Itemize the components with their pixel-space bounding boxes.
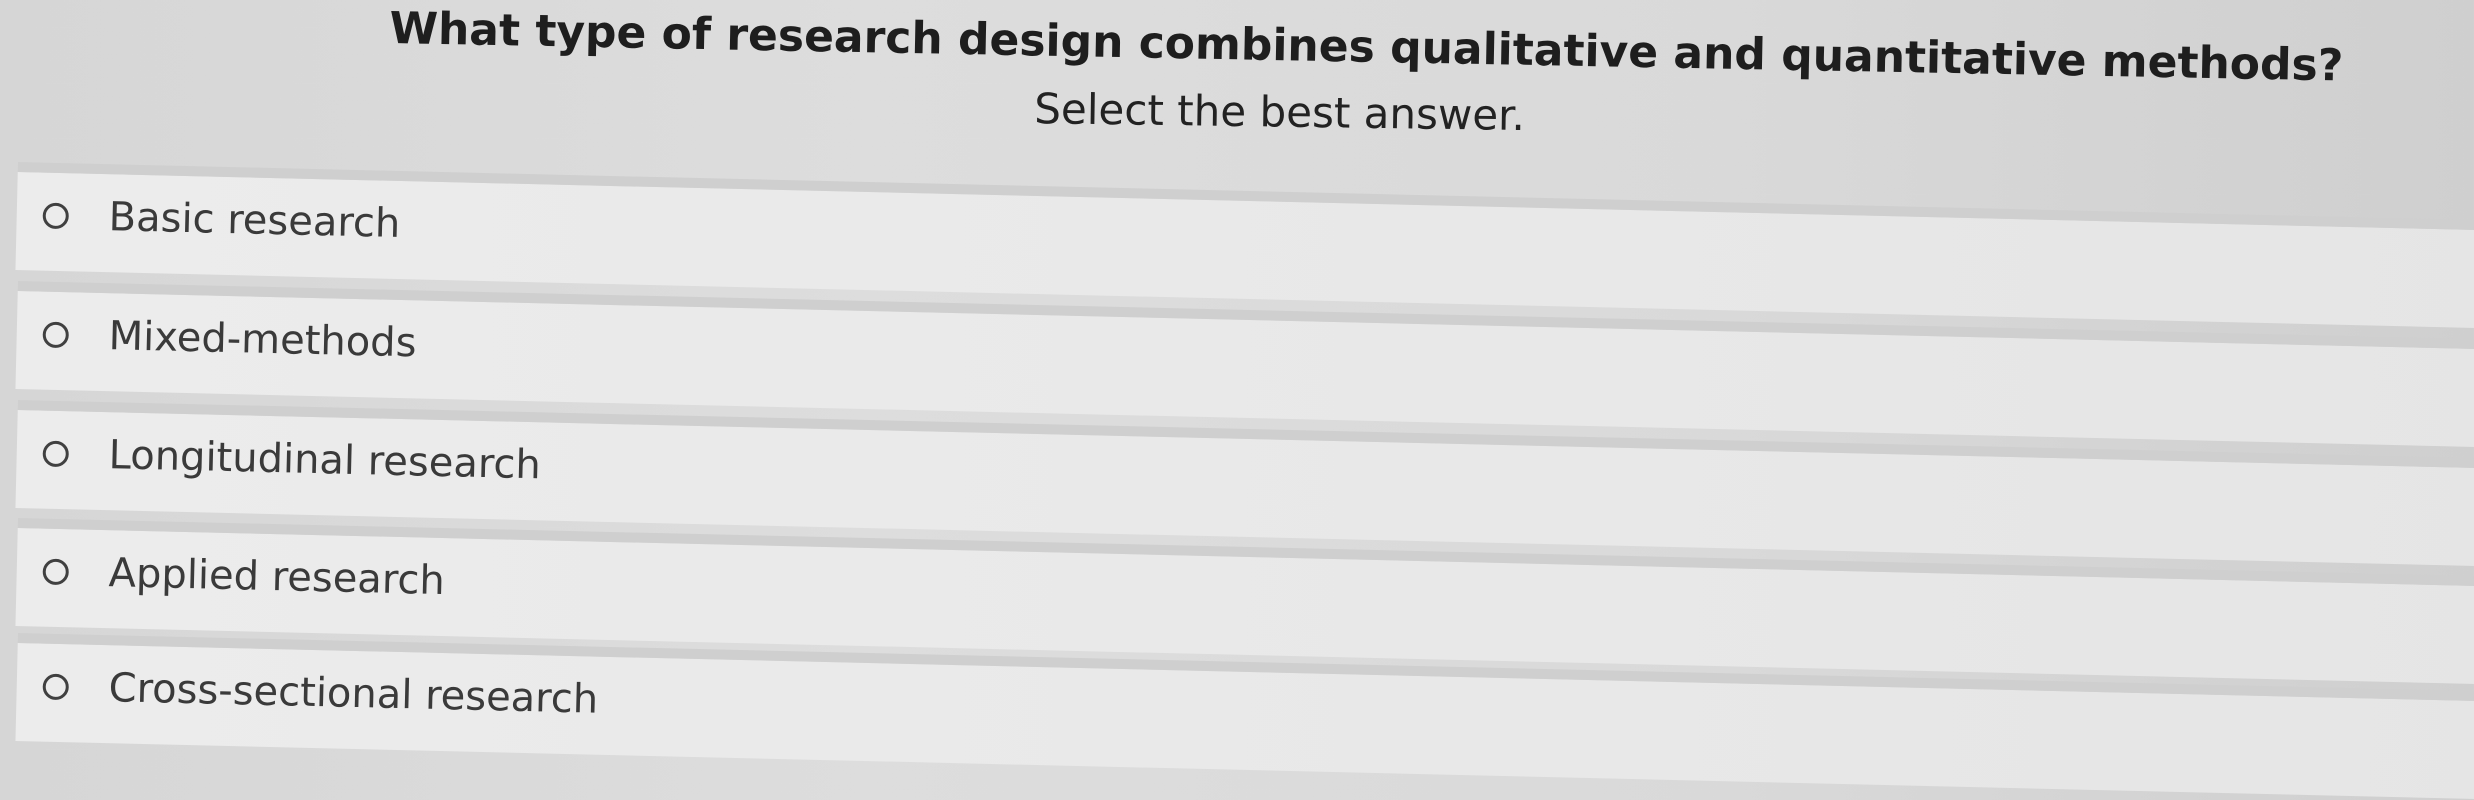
answer-option-label: Longitudinal research (108, 432, 542, 489)
radio-button-icon[interactable] (42, 673, 70, 701)
radio-button-icon[interactable] (42, 321, 70, 349)
answer-options: Basic research Mixed-methods Longitudina… (0, 0, 2474, 800)
answer-option-label: Basic research (108, 194, 401, 248)
radio-button-icon[interactable] (42, 202, 70, 230)
answer-option-label: Mixed-methods (108, 313, 417, 367)
radio-button-icon[interactable] (42, 440, 70, 468)
answer-option-label: Cross-sectional research (108, 665, 599, 723)
answer-option-label: Applied research (108, 550, 446, 605)
radio-button-icon[interactable] (42, 558, 70, 586)
